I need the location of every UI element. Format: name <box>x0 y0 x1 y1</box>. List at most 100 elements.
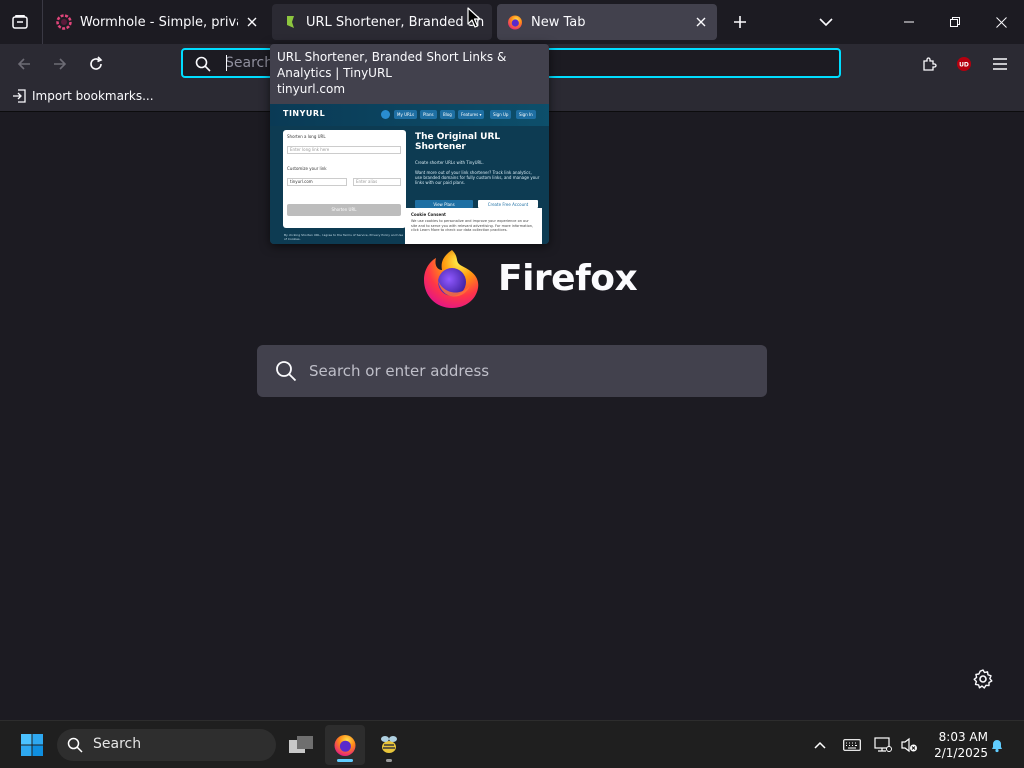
customize-gear-icon[interactable] <box>972 668 994 690</box>
minimize-icon <box>904 21 914 23</box>
help-icon <box>381 110 390 119</box>
arrow-left-icon <box>17 58 30 70</box>
new-tab-button[interactable] <box>728 10 752 34</box>
tooltip-url: tinyurl.com <box>277 82 346 96</box>
thumbnail-cookie-banner: Cookie Consent We use cookies to persona… <box>405 208 542 244</box>
close-tab-icon[interactable] <box>244 14 260 30</box>
keyboard-icon <box>843 739 861 751</box>
thumbnail-hero-body: Want more out of your link shortener? Tr… <box>415 170 540 185</box>
windows-taskbar: Search 8:03 AM 2/1/2025 <box>0 720 1024 768</box>
search-icon <box>276 361 297 382</box>
plus-icon <box>734 16 746 28</box>
ublock-shield-icon: UD <box>957 57 971 71</box>
bookmark-flag-icon <box>282 14 298 30</box>
thumbnail-cookie-body: We use cookies to personalize and improv… <box>411 219 534 232</box>
firefox-view-icon <box>12 15 28 29</box>
firefox-wordmark: Firefox <box>498 257 638 299</box>
tab-tinyurl[interactable]: URL Shortener, Branded Short Links & Ana… <box>272 4 492 40</box>
list-all-tabs-button[interactable] <box>814 10 838 34</box>
chevron-up-icon <box>814 741 826 749</box>
chevron-down-icon <box>819 18 833 27</box>
svg-text:UD: UD <box>959 62 969 69</box>
windows-logo-icon <box>21 734 43 756</box>
taskbar-firefox[interactable] <box>325 725 365 765</box>
hamburger-menu-icon <box>993 58 1007 70</box>
thumbnail-hero-sub-line: Create shorter URLs with TinyURL. <box>415 160 484 165</box>
notifications-button[interactable] <box>985 733 1009 757</box>
tab-title: URL Shortener, Branded Short Links & Ana… <box>306 14 484 30</box>
newtab-search-box[interactable]: Search or enter address <box>257 345 767 397</box>
close-window-button[interactable] <box>978 0 1024 44</box>
show-hidden-icons-button[interactable] <box>808 733 832 757</box>
thumbnail-footer: By clicking Shorten URL, I agree to the … <box>284 233 404 241</box>
clock-time: 8:03 AM <box>938 730 988 744</box>
import-bookmarks-button[interactable]: Import bookmarks... <box>12 89 154 103</box>
import-icon <box>13 89 26 103</box>
firefox-logo: Firefox <box>420 246 638 310</box>
thumbnail-label: Customize your link <box>287 166 327 171</box>
taskbar-app-bee[interactable] <box>369 725 409 765</box>
search-icon <box>67 737 83 753</box>
restore-icon <box>950 17 960 27</box>
page-thumbnail: TINYURL My URLs Plans Blog Features ▾ Si… <box>270 104 549 244</box>
tab-title: New Tab <box>531 14 586 30</box>
task-view-icon <box>289 736 313 753</box>
restore-button[interactable] <box>932 0 978 44</box>
puzzle-icon <box>923 57 937 71</box>
running-app-indicator <box>386 759 392 762</box>
task-view-button[interactable] <box>281 725 321 765</box>
keyboard-button[interactable] <box>840 733 864 757</box>
wormhole-icon <box>56 14 72 30</box>
firefox-logo-icon <box>424 250 479 308</box>
thumbnail-label: Shorten a long URL <box>287 134 326 139</box>
thumbnail-nav-item: Sign Up <box>490 110 512 119</box>
text-caret <box>226 55 227 71</box>
active-app-indicator <box>337 759 353 762</box>
thumbnail-nav-item: Sign In <box>516 110 536 119</box>
thumbnail-brand: TINYURL <box>283 109 326 118</box>
search-icon <box>195 56 211 72</box>
tooltip-title: URL Shortener, Branded Short Links & Ana… <box>277 50 507 80</box>
app-menu-button[interactable] <box>988 52 1012 76</box>
tab-hover-preview: URL Shortener, Branded Short Links & Ana… <box>270 44 549 244</box>
thumbnail-nav-item: My URLs <box>394 110 418 119</box>
thumbnail-field: Enter long link here <box>287 146 401 154</box>
taskbar-search[interactable]: Search <box>57 729 276 761</box>
thumbnail-nav-item: Plans <box>420 110 437 119</box>
import-bookmarks-label: Import bookmarks... <box>32 89 154 103</box>
bell-icon <box>992 740 1002 753</box>
tab-title: Wormhole - Simple, private file sharing <box>80 14 238 30</box>
tab-strip: Wormhole - Simple, private file sharing … <box>0 0 1024 44</box>
forward-button[interactable] <box>48 52 72 76</box>
firefox-view-button[interactable] <box>8 10 32 34</box>
tab-new-tab[interactable]: New Tab <box>497 4 717 40</box>
system-clock[interactable]: 8:03 AM 2/1/2025 <box>924 729 988 761</box>
reload-icon <box>90 56 103 70</box>
reload-button[interactable] <box>84 52 108 76</box>
start-button[interactable] <box>12 725 52 765</box>
tabstrip-divider <box>42 0 43 44</box>
close-icon <box>995 16 1007 28</box>
back-button[interactable] <box>12 52 36 76</box>
thumbnail-field: Enter alias <box>353 178 401 186</box>
taskbar-search-label: Search <box>93 736 142 752</box>
network-icon <box>874 737 892 752</box>
newtab-search-placeholder: Search or enter address <box>309 362 490 380</box>
minimize-button[interactable] <box>886 0 932 44</box>
thumbnail-button: Shorten URL <box>287 204 401 216</box>
volume-button[interactable] <box>897 733 921 757</box>
arrow-right-icon <box>54 58 67 70</box>
thumbnail-field: tinyurl.com <box>287 178 347 186</box>
close-tab-icon[interactable] <box>693 14 709 30</box>
thumbnail-button: View Plans <box>415 200 473 208</box>
mouse-cursor-icon <box>467 7 481 28</box>
firefox-icon <box>507 14 523 30</box>
thumbnail-form-card: Shorten a long URL Enter long link here … <box>283 130 406 228</box>
firefox-icon <box>334 735 356 756</box>
thumbnail-nav-item: Blog <box>440 110 455 119</box>
thumbnail-hero: The Original URL Shortener <box>415 132 501 152</box>
network-button[interactable] <box>871 733 895 757</box>
tab-wormhole[interactable]: Wormhole - Simple, private file sharing <box>46 4 268 40</box>
ublock-origin-button[interactable]: UD <box>952 52 976 76</box>
extensions-button[interactable] <box>917 52 941 76</box>
